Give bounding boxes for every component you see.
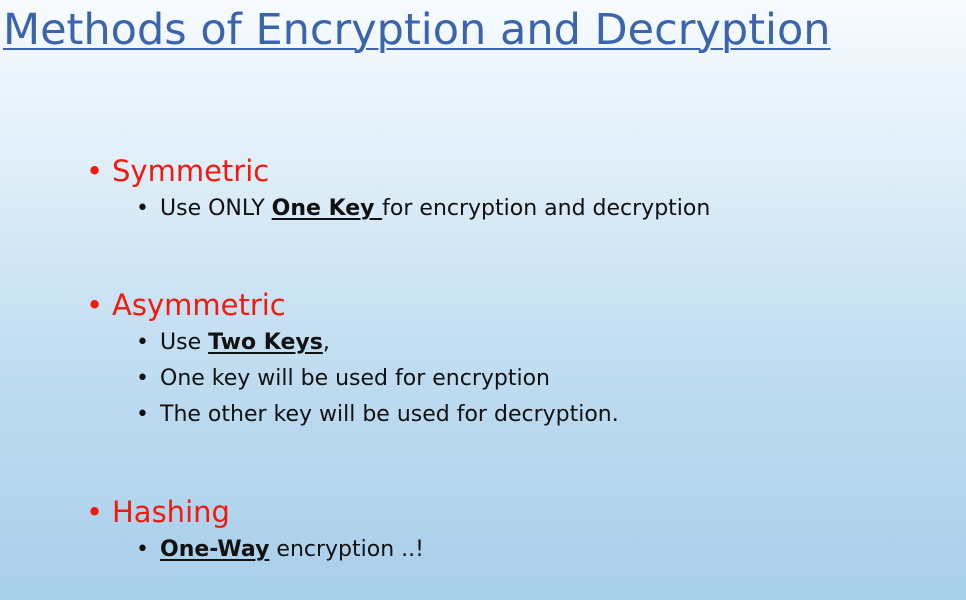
section-heading-asymmetric: • Asymmetric: [86, 285, 619, 325]
heading-text: Hashing: [112, 495, 230, 529]
item-text-after: ,: [322, 330, 330, 355]
bullet-marker: •: [136, 402, 149, 427]
section-asymmetric: • Asymmetric • Use Two Keys, • One key will…: [86, 285, 619, 433]
bullet-marker: •: [86, 288, 104, 322]
key-term: Two Keys: [208, 330, 323, 355]
list-item: • The other key will be used for decrypti…: [136, 397, 619, 433]
key-term: One Key: [271, 196, 383, 221]
bullet-marker: •: [136, 330, 149, 355]
bullet-marker: •: [136, 196, 149, 221]
bullet-marker: •: [86, 154, 104, 188]
key-term: One-Way: [160, 537, 270, 562]
item-text-after: for encryption and decryption: [382, 196, 711, 221]
item-text-before: Use: [160, 330, 209, 355]
item-text: The other key will be used for decryptio…: [160, 402, 619, 427]
hashing-points: • One-Way encryption ..!: [86, 532, 424, 568]
bullet-marker: •: [136, 366, 149, 391]
asymmetric-points: • Use Two Keys, • One key will be used for…: [86, 325, 619, 433]
symmetric-points: • Use ONLY One Key for encryption and dec…: [86, 191, 710, 227]
section-heading-symmetric: • Symmetric: [86, 151, 710, 191]
bullet-marker: •: [86, 495, 104, 529]
item-text-before: Use ONLY: [160, 196, 272, 221]
heading-text: Symmetric: [112, 154, 270, 188]
section-hashing: • Hashing • One-Way encryption ..!: [86, 492, 424, 568]
bullet-marker: •: [136, 537, 149, 562]
heading-text: Asymmetric: [112, 288, 286, 322]
item-text-after: encryption ..!: [269, 537, 424, 562]
list-item: • Use Two Keys,: [136, 325, 619, 361]
list-item: • One-Way encryption ..!: [136, 532, 424, 568]
section-symmetric: • Symmetric • Use ONLY One Key for encrypt…: [86, 151, 710, 227]
slide-title: Methods of Encryption and Decryption: [3, 5, 831, 55]
list-item: • Use ONLY One Key for encryption and dec…: [136, 191, 710, 227]
list-item: • One key will be used for encryption: [136, 361, 619, 397]
item-text: One key will be used for encryption: [160, 366, 550, 391]
section-heading-hashing: • Hashing: [86, 492, 424, 532]
